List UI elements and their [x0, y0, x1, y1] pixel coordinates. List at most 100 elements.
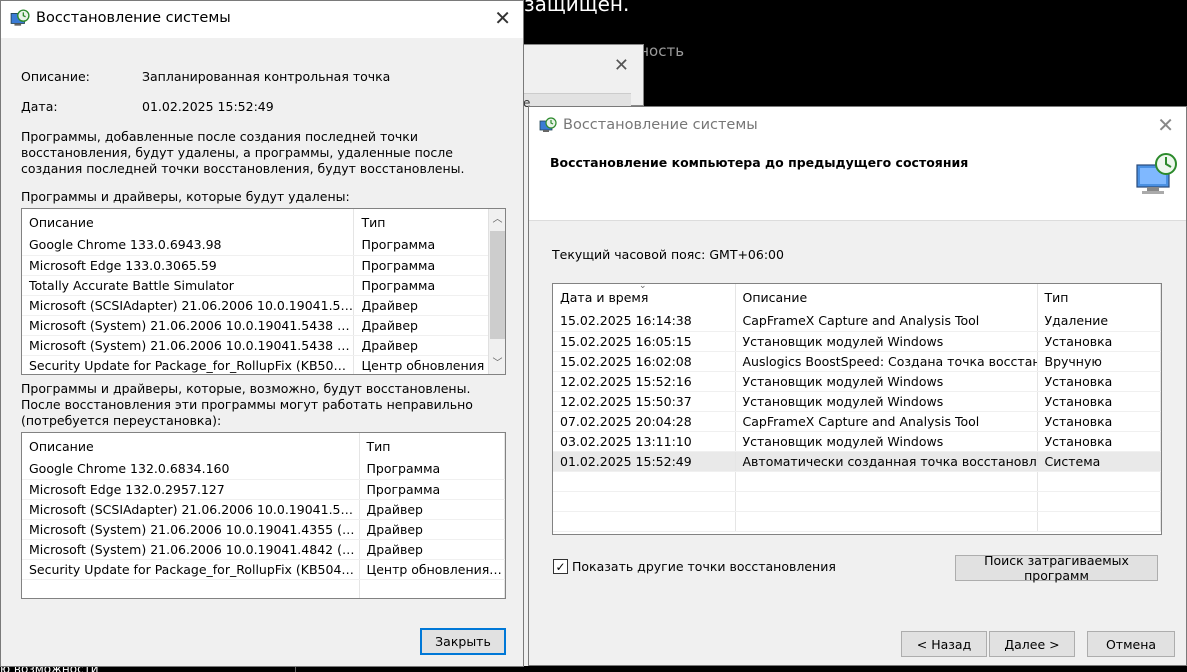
- table-cell: Microsoft (System) 21.06.2006 10.0.19041…: [22, 335, 355, 356]
- restored-program-row[interactable]: Microsoft (System) 21.06.2006 10.0.19041…: [22, 539, 505, 560]
- table-cell: Центр обновления ...: [353, 355, 505, 374]
- table-cell: [1037, 511, 1161, 532]
- restored-program-row[interactable]: Microsoft Edge 132.0.2957.127 Программа: [22, 479, 505, 500]
- table-header-row: Описание Тип: [22, 209, 505, 235]
- table-cell: Установка: [1037, 331, 1161, 352]
- table-cell: [735, 511, 1038, 532]
- table-cell: Установка: [1037, 431, 1161, 452]
- background-heading: защищен.: [524, 0, 630, 16]
- column-header-type[interactable]: Тип: [353, 209, 505, 235]
- close-icon[interactable]: ✕: [1157, 113, 1174, 137]
- table-cell: Microsoft (System) 21.06.2006 10.0.19041…: [22, 519, 360, 540]
- show-more-checkbox[interactable]: ✓: [553, 559, 568, 574]
- table-cell: Центр обновления ...: [359, 559, 505, 580]
- restore-point-row[interactable]: 15.02.2025 16:05:15 Установщик модулей Wi…: [553, 331, 1161, 352]
- table-cell: 12.02.2025 15:50:37: [553, 391, 736, 412]
- scroll-up-icon[interactable]: ︿: [489, 211, 505, 228]
- column-header-datetime[interactable]: ⌄ Дата и время: [553, 281, 736, 311]
- table-cell: Установщик модулей Windows: [735, 391, 1038, 412]
- restore-point-row[interactable]: 01.02.2025 15:52:49 Автоматически созданн…: [553, 451, 1161, 472]
- deleted-program-row[interactable]: Google Chrome 133.0.6943.98 Программа: [22, 235, 505, 256]
- restore-point-row[interactable]: 07.02.2025 20:04:28 CapFrameX Capture and…: [553, 411, 1161, 432]
- scan-affected-programs-button[interactable]: Поиск затрагиваемых программ: [955, 553, 1158, 583]
- restored-programs-table: Описание Тип Google Chrome 132.0.6834.16…: [22, 433, 505, 598]
- column-header-description[interactable]: Описание: [22, 209, 355, 235]
- description-value: Запланированная контрольная точка: [142, 69, 391, 84]
- restore-point-row[interactable]: 03.02.2025 13:11:10 Установщик модулей Wi…: [553, 431, 1161, 452]
- table-cell: [553, 511, 736, 532]
- deleted-program-row[interactable]: Microsoft (System) 21.06.2006 10.0.19041…: [22, 315, 505, 336]
- scroll-down-icon[interactable]: ﹀: [489, 355, 505, 372]
- cancel-button[interactable]: Отмена: [1087, 631, 1175, 657]
- table-cell: Microsoft (System) 21.06.2006 10.0.19041…: [22, 539, 360, 560]
- column-header-type[interactable]: Тип: [1037, 284, 1161, 311]
- restored-program-row[interactable]: Security Update for Package_for_RollupFi…: [22, 559, 505, 580]
- empty-row: [22, 579, 505, 598]
- table-cell: Удаление: [1037, 311, 1161, 332]
- restore-points-list[interactable]: ⌄ Дата и время Описание Тип 15.02.2025 16…: [552, 281, 1162, 535]
- show-more-label[interactable]: Показать другие точки восстановления: [572, 559, 836, 574]
- system-restore-icon: [539, 117, 557, 132]
- restored-program-row[interactable]: Microsoft (System) 21.06.2006 10.0.19041…: [22, 519, 505, 540]
- table-cell: [359, 579, 505, 598]
- affected-programs-titlebar[interactable]: Восстановление системы ✕: [1, 1, 523, 38]
- table-cell: [735, 491, 1038, 512]
- restore-points-table: ⌄ Дата и время Описание Тип 15.02.2025 16…: [553, 281, 1161, 532]
- sort-caret-icon: ⌄: [639, 281, 647, 291]
- next-button[interactable]: Далее >: [989, 631, 1075, 657]
- restore-point-row[interactable]: 12.02.2025 15:52:16 Установщик модулей Wi…: [553, 371, 1161, 392]
- restore-point-row[interactable]: 15.02.2025 16:14:38 CapFrameX Capture and…: [553, 311, 1161, 332]
- close-button[interactable]: Закрыть: [420, 628, 506, 655]
- date-value: 01.02.2025 15:52:49: [142, 99, 274, 114]
- table-cell: Вручную: [1037, 351, 1161, 372]
- table-cell: 12.02.2025 15:52:16: [553, 371, 736, 392]
- table-cell: Программа: [359, 479, 505, 500]
- column-header-description[interactable]: Описание: [735, 284, 1038, 311]
- table-cell: Система: [1037, 451, 1161, 472]
- wizard-header: Восстановление компьютера до предыдущего…: [529, 145, 1186, 221]
- table-cell: Драйвер: [353, 295, 505, 316]
- table-cell: Google Chrome 132.0.6834.160: [22, 459, 360, 480]
- restored-programs-list[interactable]: Описание Тип Google Chrome 132.0.6834.16…: [21, 432, 506, 599]
- table-cell: Microsoft (SCSIAdapter) 21.06.2006 10.0.…: [22, 499, 360, 520]
- deleted-program-row[interactable]: Security Update for Package_for_RollupFi…: [22, 355, 505, 374]
- column-header-description[interactable]: Описание: [22, 433, 360, 459]
- table-cell: [22, 579, 360, 598]
- wizard-titlebar[interactable]: Восстановление системы ✕: [529, 107, 1186, 145]
- close-icon[interactable]: ✕: [494, 6, 511, 30]
- table-cell: Security Update for Package_for_RollupFi…: [22, 559, 360, 580]
- table-cell: Microsoft (SCSIAdapter) 21.06.2006 10.0.…: [22, 295, 355, 316]
- restored-program-row[interactable]: Google Chrome 132.0.6834.160 Программа: [22, 459, 505, 480]
- table-cell: Программа: [353, 235, 505, 256]
- restore-point-row[interactable]: 15.02.2025 16:02:08 Auslogics BoostSpeed:…: [553, 351, 1161, 372]
- system-restore-wizard-window: Восстановление системы ✕ Восстановление …: [528, 106, 1187, 666]
- table-cell: 07.02.2025 20:04:28: [553, 411, 736, 432]
- deleted-program-row[interactable]: Microsoft Edge 133.0.3065.59 Программа: [22, 255, 505, 276]
- table-cell: Auslogics BoostSpeed: Создана точка восс…: [735, 351, 1038, 372]
- table-cell: Установка: [1037, 411, 1161, 432]
- table-cell: Microsoft Edge 133.0.3065.59: [22, 255, 355, 276]
- deleted-program-row[interactable]: Microsoft (SCSIAdapter) 21.06.2006 10.0.…: [22, 295, 505, 316]
- wizard-header-title: Восстановление компьютера до предыдущего…: [550, 155, 969, 170]
- show-more-checkbox-row[interactable]: ✓ Показать другие точки восстановления: [553, 559, 836, 574]
- deleted-program-row[interactable]: Totally Accurate Battle Simulator Програм…: [22, 275, 505, 296]
- table-cell: Программа: [359, 459, 505, 480]
- empty-row: [553, 471, 1161, 492]
- restored-program-row[interactable]: Microsoft (SCSIAdapter) 21.06.2006 10.0.…: [22, 499, 505, 520]
- deleted-list-scrollbar[interactable]: ︿ ﹀: [488, 209, 505, 374]
- deleted-programs-list[interactable]: Описание Тип Google Chrome 133.0.6943.98…: [21, 208, 506, 375]
- table-cell: Драйвер: [359, 539, 505, 560]
- table-cell: Драйвер: [353, 315, 505, 336]
- table-cell: CapFrameX Capture and Analysis Tool: [735, 411, 1038, 432]
- wizard-title: Восстановление системы: [563, 117, 758, 133]
- column-header-type[interactable]: Тип: [359, 433, 505, 459]
- scrollbar-thumb[interactable]: [490, 231, 505, 339]
- back-button[interactable]: < Назад: [901, 631, 987, 657]
- restore-point-row[interactable]: 12.02.2025 15:50:37 Установщик модулей Wi…: [553, 391, 1161, 412]
- table-cell: CapFrameX Capture and Analysis Tool: [735, 311, 1038, 332]
- deleted-program-row[interactable]: Microsoft (System) 21.06.2006 10.0.19041…: [22, 335, 505, 356]
- table-cell: Microsoft Edge 132.0.2957.127: [22, 479, 360, 500]
- checkmark-icon: ✓: [555, 559, 566, 574]
- table-cell: Установка: [1037, 391, 1161, 412]
- table-cell: 03.02.2025 13:11:10: [553, 431, 736, 452]
